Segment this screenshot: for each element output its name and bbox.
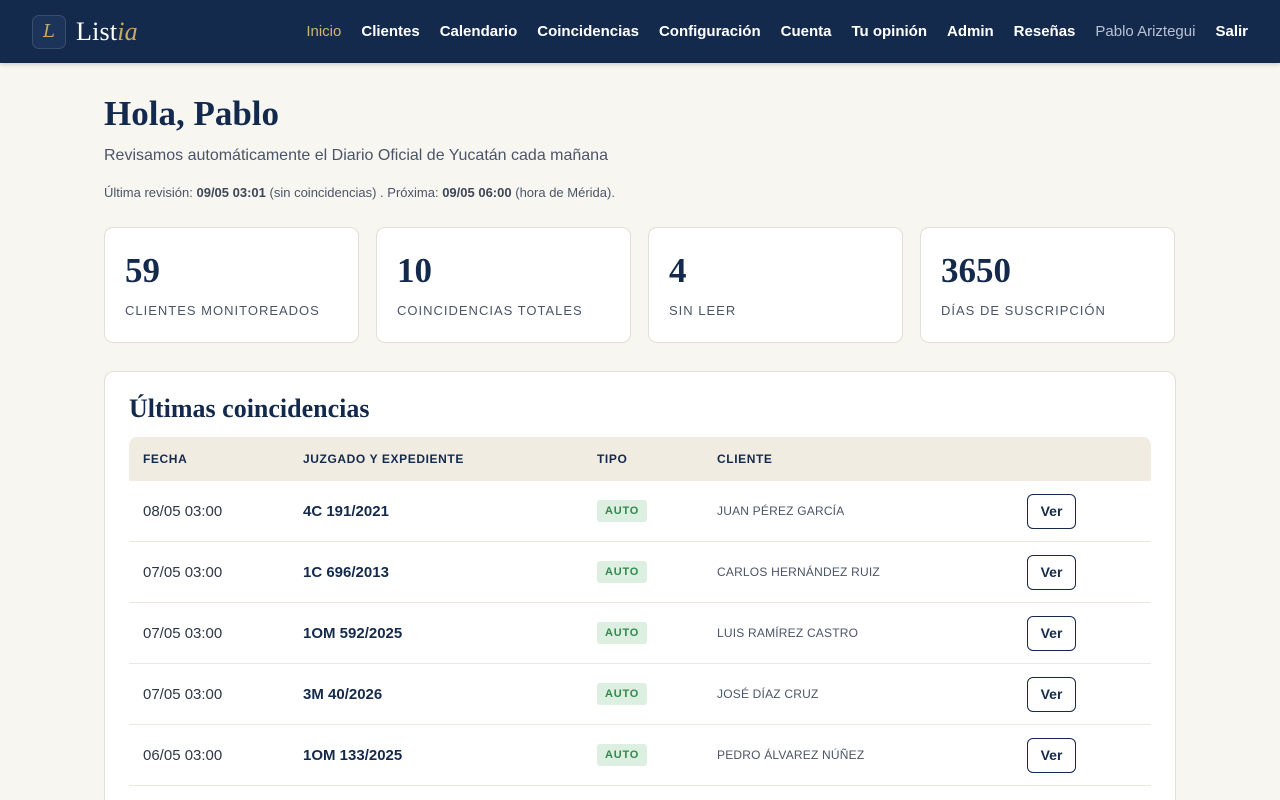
cell-action: Ver: [1027, 737, 1151, 773]
cell-client: JOSÉ DÍAZ CRUZ: [717, 687, 819, 701]
cell-case: 1OM 133/2025: [303, 746, 403, 764]
cell-case: 1OM 592/2025: [303, 624, 403, 642]
review-status-text: (sin coincidencias) . Próxima:: [269, 185, 439, 200]
view-button[interactable]: Ver: [1027, 676, 1076, 712]
stat-card-dias: 3650 DÍAS DE SUSCRIPCIÓN: [920, 227, 1175, 343]
cell-client: JUAN PÉREZ GARCÍA: [717, 504, 845, 518]
type-badge: AUTO: [597, 622, 648, 644]
cell-action: Ver: [1027, 554, 1151, 590]
panel-title: Últimas coincidencias: [129, 394, 370, 423]
stat-card-clientes: 59 CLIENTES MONITOREADOS: [104, 227, 359, 343]
cell-date: 07/05 03:00: [143, 685, 223, 703]
latest-matches-panel: Últimas coincidencias FECHA JUZGADO Y EX…: [104, 371, 1176, 800]
cell-date: 06/05 03:00: [143, 746, 223, 764]
table-row: 08/05 03:00 4C 191/2021 AUTO JUAN PÉREZ …: [129, 481, 1151, 542]
table-row: 07/05 03:00 1C 696/2013 AUTO CARLOS HERN…: [129, 542, 1151, 603]
table-row: 06/05 03:00 1OM 133/2025 AUTO PEDRO ÁLVA…: [129, 725, 1151, 786]
cell-case: 4C 191/2021: [303, 502, 389, 520]
cell-case: 3M 40/2026: [303, 685, 383, 703]
main-nav: Inicio Clientes Calendario Coincidencias…: [306, 23, 1248, 40]
nav-item-inicio[interactable]: Inicio: [306, 23, 341, 40]
stat-label: DÍAS DE SUSCRIPCIÓN: [941, 303, 1106, 318]
dashboard-main: Hola, Pablo Revisamos automáticamente el…: [0, 94, 1280, 800]
stat-label: COINCIDENCIAS TOTALES: [397, 303, 583, 318]
nav-item-configuracion[interactable]: Configuración: [659, 23, 761, 40]
cell-case: 1C 696/2013: [303, 563, 389, 581]
cell-type: AUTO: [597, 500, 717, 522]
cell-client: LUIS RAMÍREZ CASTRO: [717, 626, 859, 640]
brand-logo[interactable]: L Listia: [32, 14, 138, 49]
user-name: Pablo Ariztegui: [1095, 23, 1196, 40]
matches-table: FECHA JUZGADO Y EXPEDIENTE TIPO CLIENTE …: [129, 437, 1151, 786]
column-header-juzgado: JUZGADO Y EXPEDIENTE: [303, 452, 464, 466]
stat-label: SIN LEER: [669, 303, 737, 318]
view-button[interactable]: Ver: [1027, 554, 1076, 590]
type-badge: AUTO: [597, 683, 648, 705]
nav-item-clientes[interactable]: Clientes: [361, 23, 419, 40]
nav-item-admin[interactable]: Admin: [947, 23, 994, 40]
review-suffix: (hora de Mérida).: [515, 185, 615, 200]
cell-type: AUTO: [597, 744, 717, 766]
review-status: Última revisión: 09/05 03:01 (sin coinci…: [104, 185, 1176, 200]
stat-card-sin-leer: 4 SIN LEER: [648, 227, 903, 343]
stat-value: 10: [397, 251, 432, 290]
column-header-cliente: CLIENTE: [717, 452, 773, 466]
cell-client: PEDRO ÁLVAREZ NÚÑEZ: [717, 748, 865, 762]
cell-client: CARLOS HERNÁNDEZ RUIZ: [717, 565, 880, 579]
review-last-time: 09/05 03:01: [196, 185, 266, 200]
cell-type: AUTO: [597, 683, 717, 705]
column-header-tipo: TIPO: [597, 452, 628, 466]
logout-link[interactable]: Salir: [1215, 23, 1248, 40]
cell-date: 07/05 03:00: [143, 563, 223, 581]
view-button[interactable]: Ver: [1027, 615, 1076, 651]
table-row: 07/05 03:00 3M 40/2026 AUTO JOSÉ DÍAZ CR…: [129, 664, 1151, 725]
cell-type: AUTO: [597, 622, 717, 644]
review-next-time: 09/05 06:00: [442, 185, 512, 200]
nav-item-calendario[interactable]: Calendario: [440, 23, 518, 40]
stat-card-coincidencias: 10 COINCIDENCIAS TOTALES: [376, 227, 631, 343]
review-prefix: Última revisión:: [104, 185, 193, 200]
type-badge: AUTO: [597, 500, 648, 522]
nav-item-tu-opinion[interactable]: Tu opinión: [851, 23, 927, 40]
type-badge: AUTO: [597, 561, 648, 583]
type-badge: AUTO: [597, 744, 648, 766]
nav-item-resenas[interactable]: Reseñas: [1014, 23, 1076, 40]
cell-action: Ver: [1027, 493, 1151, 529]
nav-item-coincidencias[interactable]: Coincidencias: [537, 23, 639, 40]
cell-type: AUTO: [597, 561, 717, 583]
column-header-fecha: FECHA: [143, 452, 188, 466]
cell-date: 08/05 03:00: [143, 502, 223, 520]
top-navbar: L Listia Inicio Clientes Calendario Coin…: [0, 0, 1280, 63]
stat-value: 3650: [941, 251, 1011, 290]
page-subtitle: Revisamos automáticamente el Diario Ofic…: [104, 147, 608, 164]
view-button[interactable]: Ver: [1027, 737, 1076, 773]
brand-name: Listia: [76, 16, 138, 46]
cell-action: Ver: [1027, 615, 1151, 651]
nav-item-cuenta[interactable]: Cuenta: [781, 23, 832, 40]
logo-mark-icon: L: [32, 14, 66, 49]
stat-label: CLIENTES MONITOREADOS: [125, 303, 320, 318]
table-row: 07/05 03:00 1OM 592/2025 AUTO LUIS RAMÍR…: [129, 603, 1151, 664]
view-button[interactable]: Ver: [1027, 493, 1076, 529]
cell-action: Ver: [1027, 676, 1151, 712]
table-header: FECHA JUZGADO Y EXPEDIENTE TIPO CLIENTE: [129, 437, 1151, 481]
stat-value: 4: [669, 251, 687, 290]
cell-date: 07/05 03:00: [143, 624, 223, 642]
stats-cards: 59 CLIENTES MONITOREADOS 10 COINCIDENCIA…: [104, 227, 1176, 343]
stat-value: 59: [125, 251, 160, 290]
page-title: Hola, Pablo: [104, 94, 280, 133]
